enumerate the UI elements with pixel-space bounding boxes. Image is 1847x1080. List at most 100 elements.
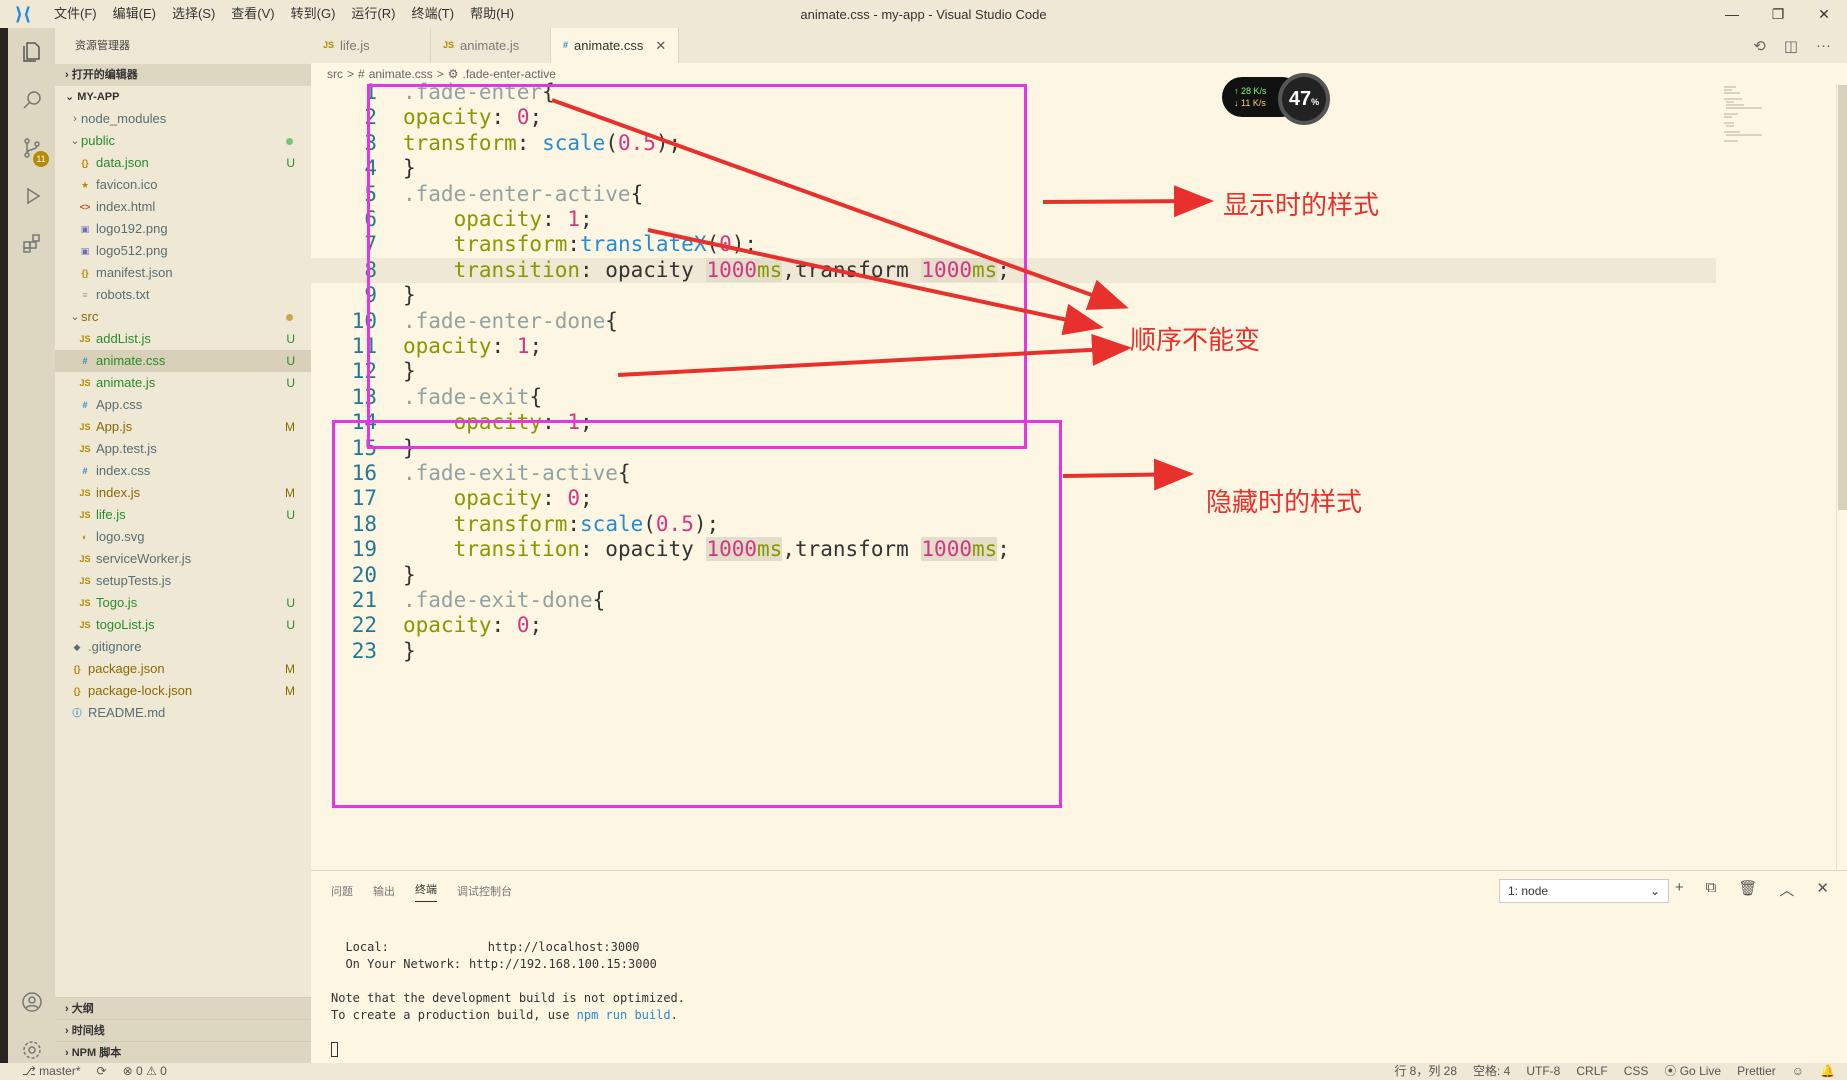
file-item[interactable]: JS serviceWorker.js bbox=[55, 548, 311, 570]
file-item[interactable]: JS togoList.js U bbox=[55, 614, 311, 636]
extensions-icon[interactable] bbox=[8, 220, 55, 268]
go-live-button[interactable]: ⦿ Go Live bbox=[1664, 1063, 1721, 1080]
editor-tab[interactable]: JS animate.js bbox=[431, 28, 551, 63]
panel-tab[interactable]: 问题 bbox=[331, 883, 353, 899]
file-item[interactable]: {} data.json U bbox=[55, 152, 311, 174]
open-changes-icon[interactable]: ⟲ bbox=[1753, 37, 1766, 55]
file-item[interactable]: {} manifest.json bbox=[55, 262, 311, 284]
end-of-line[interactable]: CRLF bbox=[1576, 1063, 1607, 1080]
file-item[interactable]: JS setupTests.js bbox=[55, 570, 311, 592]
sidebar-section[interactable]: › 时间线 bbox=[55, 1019, 311, 1041]
sidebar-section[interactable]: › 大纲 bbox=[55, 997, 311, 1019]
source-control-icon[interactable]: 11 bbox=[8, 124, 55, 172]
search-icon[interactable] bbox=[8, 76, 55, 124]
split-terminal-icon[interactable]: ⧉ bbox=[1706, 879, 1717, 900]
sidebar-section[interactable]: › NPM 脚本 bbox=[55, 1041, 311, 1063]
file-item[interactable]: ◐ logo.svg bbox=[55, 526, 311, 548]
project-section[interactable]: ⌄ MY-APP bbox=[55, 86, 311, 108]
encoding[interactable]: UTF-8 bbox=[1526, 1063, 1560, 1080]
file-type-icon: ▣ bbox=[80, 246, 90, 256]
menu-item[interactable]: 帮助(H) bbox=[462, 0, 522, 28]
file-item[interactable]: # index.css bbox=[55, 460, 311, 482]
panel-tab[interactable]: 终端 bbox=[415, 881, 437, 902]
git-status-badge: U bbox=[286, 354, 295, 368]
file-item[interactable]: JS Togo.js U bbox=[55, 592, 311, 614]
folder-item[interactable]: › node_modules bbox=[55, 108, 311, 130]
maximize-panel-icon[interactable]: ︿ bbox=[1779, 879, 1794, 900]
indentation[interactable]: 空格: 4 bbox=[1473, 1063, 1510, 1080]
problems-indicator[interactable]: ⊗ 0 ⚠ 0 bbox=[123, 1063, 167, 1080]
file-type-icon: ≡ bbox=[82, 290, 88, 300]
close-tab-icon[interactable]: ✕ bbox=[655, 28, 666, 63]
file-name: README.md bbox=[88, 705, 166, 720]
file-item[interactable]: ≡ robots.txt bbox=[55, 284, 311, 306]
panel-tab[interactable]: 调试控制台 bbox=[457, 883, 512, 899]
kill-terminal-icon[interactable]: 🗑 bbox=[1738, 879, 1757, 900]
file-item[interactable]: # App.css bbox=[55, 394, 311, 416]
terminal-network-url[interactable]: http://192.168.100.15:3000 bbox=[469, 957, 657, 971]
scrollbar-thumb[interactable] bbox=[1838, 85, 1847, 510]
panel-tab[interactable]: 输出 bbox=[373, 883, 395, 899]
menu-item[interactable]: 选择(S) bbox=[164, 0, 223, 28]
file-item[interactable]: JS index.js M bbox=[55, 482, 311, 504]
cursor-position[interactable]: 行 8，列 28 bbox=[1394, 1063, 1457, 1080]
minimize-button[interactable]: — bbox=[1709, 0, 1755, 28]
git-status-badge: M bbox=[285, 420, 295, 434]
files-icon[interactable] bbox=[8, 28, 55, 76]
minimap[interactable] bbox=[1722, 85, 1832, 145]
editor-tab[interactable]: JS life.js bbox=[311, 28, 431, 63]
terminal-output[interactable]: Local: http://localhost:3000 On Your Netw… bbox=[331, 939, 685, 1058]
editor-tab[interactable]: # animate.css ✕ bbox=[551, 28, 680, 63]
file-item[interactable]: JS addList.js U bbox=[55, 328, 311, 350]
menu-item[interactable]: 查看(V) bbox=[223, 0, 282, 28]
file-item[interactable]: ⓘ README.md bbox=[55, 702, 311, 724]
file-item[interactable]: JS animate.js U bbox=[55, 372, 311, 394]
file-item[interactable]: JS App.js M bbox=[55, 416, 311, 438]
folder-item[interactable]: ⌄ src bbox=[55, 306, 311, 328]
breadcrumb-item[interactable]: src bbox=[327, 67, 343, 81]
folder-item[interactable]: ⌄ public bbox=[55, 130, 311, 152]
menu-item[interactable]: 编辑(E) bbox=[105, 0, 164, 28]
breadcrumb-item[interactable]: # bbox=[358, 67, 365, 81]
menu-item[interactable]: 运行(R) bbox=[343, 0, 403, 28]
file-item[interactable]: {} package.json M bbox=[55, 658, 311, 680]
account-icon[interactable] bbox=[8, 978, 55, 1026]
breadcrumb-item[interactable]: .fade-enter-active bbox=[463, 67, 556, 81]
file-item[interactable]: ◆ .gitignore bbox=[55, 636, 311, 658]
restore-button[interactable]: ❐ bbox=[1755, 0, 1801, 28]
more-actions-icon[interactable]: ··· bbox=[1816, 37, 1831, 54]
file-item[interactable]: JS life.js U bbox=[55, 504, 311, 526]
terminal-local-url[interactable]: http://localhost:3000 bbox=[488, 940, 640, 954]
menu-item[interactable]: 转到(G) bbox=[283, 0, 344, 28]
notifications-icon[interactable]: 🔔 bbox=[1820, 1063, 1835, 1080]
menu-item[interactable]: 终端(T) bbox=[403, 0, 462, 28]
editor-scrollbar[interactable] bbox=[1836, 85, 1847, 870]
file-item[interactable]: ★ favicon.ico bbox=[55, 174, 311, 196]
prettier-status[interactable]: Prettier bbox=[1737, 1063, 1776, 1080]
file-type-icon: # bbox=[82, 466, 88, 476]
file-item[interactable]: # animate.css U bbox=[55, 350, 311, 372]
terminal-network-label: On Your Network: bbox=[331, 957, 462, 971]
open-editors-label: 打开的编辑器 bbox=[71, 69, 138, 81]
menu-item[interactable]: 文件(F) bbox=[46, 0, 105, 28]
file-item[interactable]: ▣ logo512.png bbox=[55, 240, 311, 262]
file-item[interactable]: ▣ logo192.png bbox=[55, 218, 311, 240]
file-item[interactable]: <> index.html bbox=[55, 196, 311, 218]
breadcrumb-item[interactable]: ⚙ bbox=[448, 67, 459, 81]
feedback-icon[interactable]: ☺ bbox=[1792, 1063, 1804, 1080]
file-type-icon: ◐ bbox=[82, 532, 88, 542]
split-editor-icon[interactable]: ◫ bbox=[1784, 37, 1798, 55]
file-item[interactable]: JS App.test.js bbox=[55, 438, 311, 460]
close-window-button[interactable]: ✕ bbox=[1801, 0, 1847, 28]
git-branch[interactable]: ⎇ master* bbox=[22, 1063, 81, 1080]
file-item[interactable]: {} package-lock.json M bbox=[55, 680, 311, 702]
sync-icon[interactable]: ⟳ bbox=[97, 1063, 107, 1080]
breadcrumb-item[interactable]: animate.css bbox=[369, 67, 433, 81]
run-debug-icon[interactable] bbox=[8, 172, 55, 220]
language-mode[interactable]: CSS bbox=[1624, 1063, 1649, 1080]
new-terminal-icon[interactable]: + bbox=[1675, 879, 1684, 900]
terminal-select[interactable]: 1: node ⌄ bbox=[1499, 879, 1669, 903]
file-name: data.json bbox=[96, 155, 149, 170]
open-editors-section[interactable]: › 打开的编辑器 bbox=[55, 64, 311, 86]
close-panel-icon[interactable]: ✕ bbox=[1816, 879, 1829, 900]
